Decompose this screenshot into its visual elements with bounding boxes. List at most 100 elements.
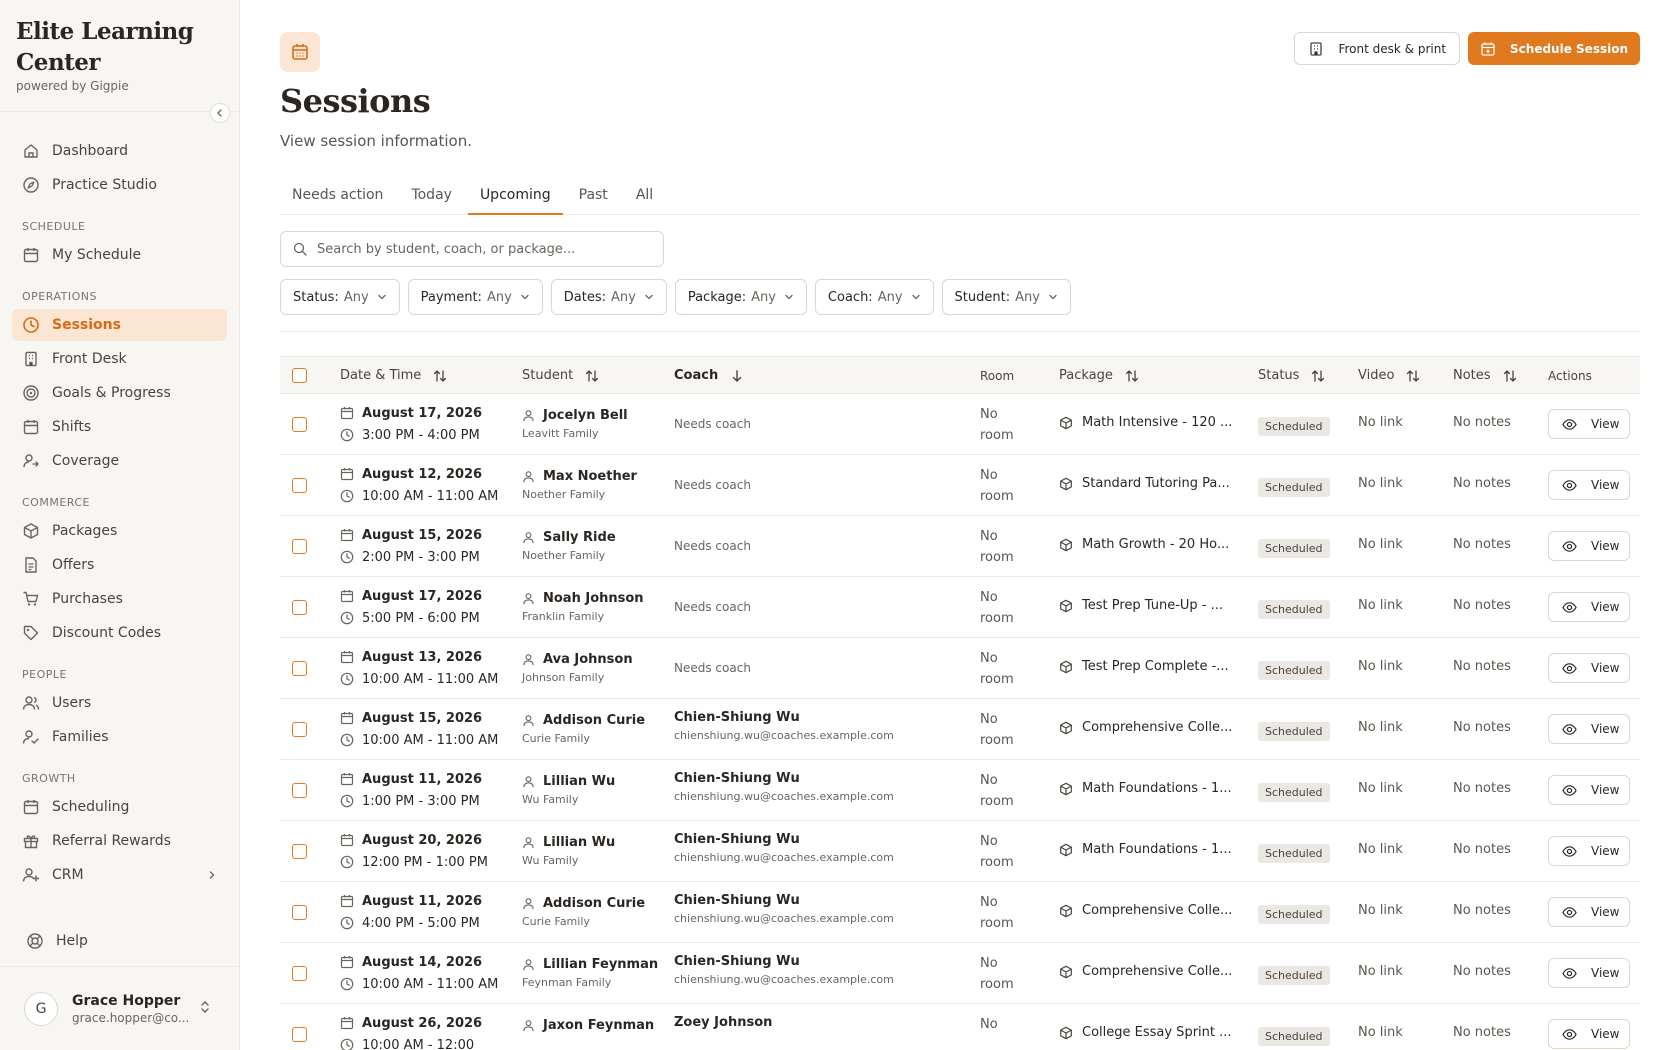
table-row[interactable]: August 15, 2026 2:00 PM - 3:00 PM Sally Ri… bbox=[280, 516, 1640, 577]
student-name[interactable]: Sally Ride bbox=[522, 527, 616, 547]
view-button[interactable]: View bbox=[1548, 592, 1630, 622]
sidebar-item-front-desk[interactable]: Front Desk bbox=[12, 343, 227, 375]
column-package[interactable]: Package bbox=[1059, 357, 1139, 394]
eye-icon bbox=[1562, 662, 1577, 674]
collapse-sidebar-button[interactable] bbox=[210, 103, 230, 123]
view-button[interactable]: View bbox=[1548, 531, 1630, 561]
table-row[interactable]: August 11, 2026 4:00 PM - 5:00 PM Addison … bbox=[280, 882, 1640, 943]
sidebar-item-purchases[interactable]: Purchases bbox=[12, 583, 227, 615]
view-button[interactable]: View bbox=[1548, 958, 1630, 988]
view-label: View bbox=[1591, 478, 1620, 492]
column-student[interactable]: Student bbox=[522, 357, 599, 394]
sidebar-item-crm[interactable]: CRM bbox=[12, 859, 227, 891]
student-name[interactable]: Lillian Wu bbox=[522, 832, 615, 852]
filter-coach[interactable]: Coach: Any bbox=[814, 279, 934, 315]
actions-cell: View bbox=[1548, 653, 1630, 683]
table-row[interactable]: August 11, 2026 1:00 PM - 3:00 PM Lillian … bbox=[280, 760, 1640, 821]
filter-dates[interactable]: Dates: Any bbox=[550, 279, 667, 315]
sidebar-item-families[interactable]: Families bbox=[12, 721, 227, 753]
student-name[interactable]: Addison Curie bbox=[522, 710, 645, 730]
datetime-cell: August 14, 2026 10:00 AM - 11:00 AM bbox=[340, 952, 498, 994]
package-name: Test Prep Tune-Up - ... bbox=[1059, 598, 1234, 613]
filter-package[interactable]: Package: Any bbox=[674, 279, 807, 315]
column-notes[interactable]: Notes bbox=[1453, 357, 1517, 394]
sidebar-item-shifts[interactable]: Shifts bbox=[12, 411, 227, 443]
column-notes-label: Notes bbox=[1453, 368, 1491, 383]
table-row[interactable]: August 15, 2026 10:00 AM - 11:00 AM Addiso… bbox=[280, 699, 1640, 760]
tab-past[interactable]: Past bbox=[567, 180, 620, 215]
student-name[interactable]: Jaxon Feynman bbox=[522, 1015, 654, 1035]
student-family: Feynman Family bbox=[522, 976, 612, 989]
row-checkbox[interactable] bbox=[292, 478, 307, 493]
table-row[interactable]: August 26, 2026 10:00 AM - 12:00 Jaxon Fey… bbox=[280, 1004, 1640, 1050]
sidebar-item-packages[interactable]: Packages bbox=[12, 515, 227, 547]
sidebar-item-coverage[interactable]: Coverage bbox=[12, 445, 227, 477]
table-row[interactable]: August 20, 2026 12:00 PM - 1:00 PM Lillian… bbox=[280, 821, 1640, 882]
view-button[interactable]: View bbox=[1548, 897, 1630, 927]
help-link[interactable]: Help bbox=[12, 925, 227, 957]
view-button[interactable]: View bbox=[1548, 1019, 1630, 1049]
row-checkbox[interactable] bbox=[292, 417, 307, 432]
sidebar-item-discount-codes[interactable]: Discount Codes bbox=[12, 617, 227, 649]
sidebar-item-referral-rewards[interactable]: Referral Rewards bbox=[12, 825, 227, 857]
sidebar-item-sessions[interactable]: Sessions bbox=[12, 309, 227, 341]
view-button[interactable]: View bbox=[1548, 836, 1630, 866]
row-checkbox[interactable] bbox=[292, 600, 307, 615]
view-button[interactable]: View bbox=[1548, 653, 1630, 683]
sidebar-item-label: Offers bbox=[52, 557, 95, 573]
row-checkbox[interactable] bbox=[292, 783, 307, 798]
sidebar-item-users[interactable]: Users bbox=[12, 687, 227, 719]
student-name[interactable]: Lillian Feynman bbox=[522, 954, 658, 974]
filter-payment[interactable]: Payment: Any bbox=[407, 279, 543, 315]
sidebar-item-dashboard[interactable]: Dashboard bbox=[12, 135, 227, 167]
row-checkbox[interactable] bbox=[292, 844, 307, 859]
table-row[interactable]: August 14, 2026 10:00 AM - 11:00 AM Lillia… bbox=[280, 943, 1640, 1004]
schedule-session-button[interactable]: Schedule Session bbox=[1468, 32, 1640, 65]
package-text: Test Prep Complete -... bbox=[1082, 659, 1229, 674]
view-button[interactable]: View bbox=[1548, 470, 1630, 500]
sidebar-item-my-schedule[interactable]: My Schedule bbox=[12, 239, 227, 271]
sort-descending-icon bbox=[733, 369, 742, 382]
student-name[interactable]: Lillian Wu bbox=[522, 771, 615, 791]
sidebar-item-goals-progress[interactable]: Goals & Progress bbox=[12, 377, 227, 409]
row-checkbox[interactable] bbox=[292, 722, 307, 737]
tab-today[interactable]: Today bbox=[399, 180, 464, 215]
filter-status[interactable]: Status: Any bbox=[280, 279, 400, 315]
row-checkbox[interactable] bbox=[292, 661, 307, 676]
user-menu[interactable]: G Grace Hopper grace.hopper@co... bbox=[0, 966, 239, 1050]
table-row[interactable]: August 13, 2026 10:00 AM - 11:00 AM Ava Jo… bbox=[280, 638, 1640, 699]
view-button[interactable]: View bbox=[1548, 775, 1630, 805]
package-icon bbox=[1060, 599, 1072, 612]
tab-needs-action[interactable]: Needs action bbox=[280, 180, 395, 215]
table-row[interactable]: August 12, 2026 10:00 AM - 11:00 AM Max No… bbox=[280, 455, 1640, 516]
filter-student[interactable]: Student: Any bbox=[941, 279, 1071, 315]
student-name[interactable]: Addison Curie bbox=[522, 893, 645, 913]
tab-all[interactable]: All bbox=[624, 180, 665, 215]
tab-upcoming[interactable]: Upcoming bbox=[467, 180, 563, 215]
filter-value: Any bbox=[1015, 289, 1040, 305]
student-name[interactable]: Noah Johnson bbox=[522, 588, 644, 608]
student-name[interactable]: Max Noether bbox=[522, 466, 637, 486]
student-name[interactable]: Ava Johnson bbox=[522, 649, 633, 669]
column-datetime[interactable]: Date & Time bbox=[340, 357, 447, 394]
row-checkbox[interactable] bbox=[292, 1027, 307, 1042]
view-button[interactable]: View bbox=[1548, 714, 1630, 744]
row-checkbox[interactable] bbox=[292, 539, 307, 554]
package-icon bbox=[1060, 721, 1072, 734]
sidebar-item-scheduling[interactable]: Scheduling bbox=[12, 791, 227, 823]
column-status[interactable]: Status bbox=[1258, 357, 1325, 394]
column-video[interactable]: Video bbox=[1358, 357, 1420, 394]
notes-cell: No notes bbox=[1453, 415, 1511, 430]
front-desk-print-button[interactable]: Front desk & print bbox=[1294, 32, 1461, 65]
row-checkbox[interactable] bbox=[292, 966, 307, 981]
search-input[interactable] bbox=[317, 241, 637, 257]
column-coach[interactable]: Coach bbox=[674, 357, 744, 394]
table-row[interactable]: August 17, 2026 5:00 PM - 6:00 PM Noah Joh… bbox=[280, 577, 1640, 638]
row-checkbox[interactable] bbox=[292, 905, 307, 920]
table-row[interactable]: August 17, 2026 3:00 PM - 4:00 PM Jocelyn … bbox=[280, 394, 1640, 455]
student-name[interactable]: Jocelyn Bell bbox=[522, 405, 628, 425]
sidebar-item-practice-studio[interactable]: Practice Studio bbox=[12, 169, 227, 201]
select-all-checkbox[interactable] bbox=[292, 368, 307, 383]
sidebar-item-offers[interactable]: Offers bbox=[12, 549, 227, 581]
view-button[interactable]: View bbox=[1548, 409, 1630, 439]
